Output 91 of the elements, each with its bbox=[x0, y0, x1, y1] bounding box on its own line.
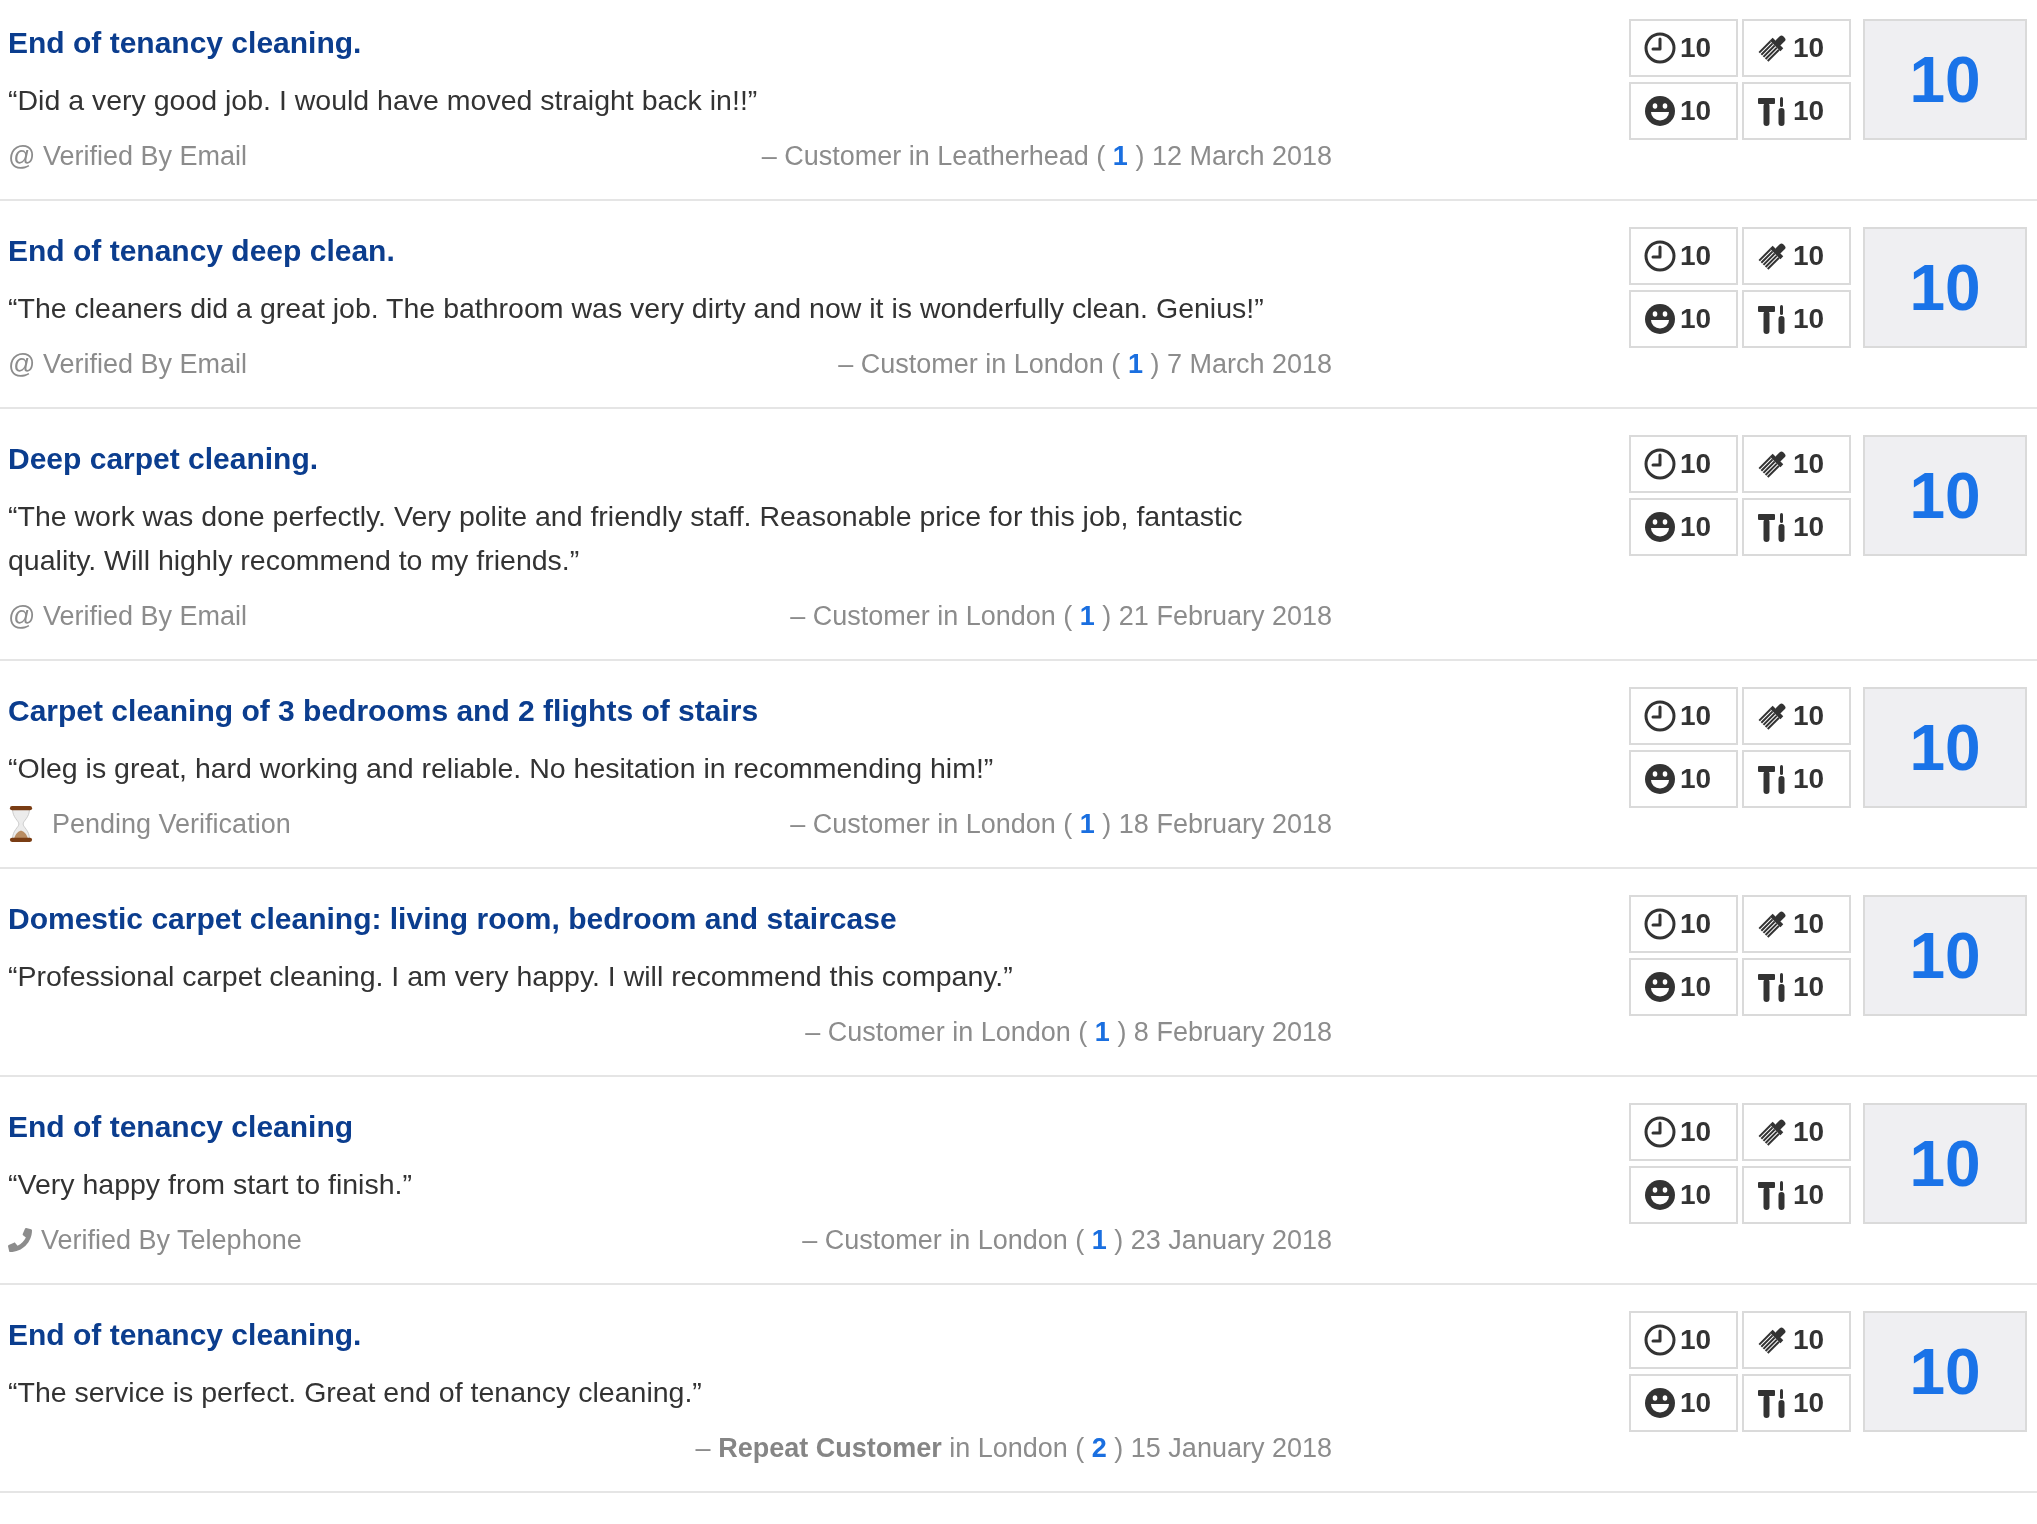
score-value: 10 bbox=[1680, 97, 1712, 125]
score-value: 10 bbox=[1680, 1389, 1712, 1417]
score-value: 10 bbox=[1680, 513, 1712, 541]
score-value: 10 bbox=[1680, 702, 1712, 730]
clock-icon bbox=[1644, 448, 1676, 480]
review-title: Carpet cleaning of 3 bedrooms and 2 flights of stairs bbox=[8, 693, 759, 729]
review-quote: “Did a very good job. I would have moved straight back in!!” bbox=[8, 83, 759, 118]
brush-icon bbox=[1757, 908, 1789, 940]
overall-score: 10 bbox=[1863, 227, 2027, 348]
verification-label: @ Verified By Email bbox=[8, 348, 247, 381]
clock-icon bbox=[1644, 1116, 1676, 1148]
overall-score: 10 bbox=[1863, 1311, 2027, 1432]
verification-label: @ Verified By Email bbox=[8, 600, 247, 633]
review-title: Deep carpet cleaning. bbox=[8, 441, 319, 477]
reviewer-info: – Customer in London ( 1 ) 7 March 2018 bbox=[838, 348, 1332, 381]
score-value: 10 bbox=[1680, 450, 1712, 478]
hourglass-icon bbox=[8, 805, 34, 843]
score-value: 10 bbox=[1680, 1326, 1712, 1354]
score-value: 10 bbox=[1680, 34, 1712, 62]
reviewer-info: – Customer in London ( 1 ) 8 February 2018 bbox=[805, 1016, 1332, 1049]
review-count-link[interactable]: 1 bbox=[1112, 141, 1128, 171]
clock-icon bbox=[1644, 908, 1676, 940]
review-quote: “The service is perfect. Great end of tenancy cleaning.” bbox=[8, 1375, 703, 1410]
reviewer-info: – Customer in London ( 1 ) 23 January 2018 bbox=[802, 1224, 1332, 1257]
smiley-icon bbox=[1644, 95, 1676, 127]
review-quote: “The work was done perfectly. Very polite and friendly staff. Reasonable price for this job, fantastic quality. Will highly recommend to my friends.” bbox=[8, 499, 1244, 578]
brush-icon bbox=[1757, 1116, 1789, 1148]
smiley-icon bbox=[1644, 763, 1676, 795]
brush-icon bbox=[1757, 240, 1789, 272]
review-quote: “Professional carpet cleaning. I am very happy. I will recommend this company.” bbox=[8, 959, 1014, 994]
clock-icon bbox=[1644, 700, 1676, 732]
smiley-icon bbox=[1644, 303, 1676, 335]
brush-icon bbox=[1757, 32, 1789, 64]
review-title: Domestic carpet cleaning: living room, bedroom and staircase bbox=[8, 901, 897, 937]
smiley-icon bbox=[1644, 1387, 1676, 1419]
score-value: 10 bbox=[1680, 305, 1712, 333]
score-value: 10 bbox=[1793, 1326, 1825, 1354]
overall-score: 10 bbox=[1863, 435, 2027, 556]
score-value: 10 bbox=[1680, 1181, 1712, 1209]
score-value: 10 bbox=[1793, 242, 1825, 270]
overall-score: 10 bbox=[1863, 19, 2027, 140]
score-value: 10 bbox=[1793, 305, 1825, 333]
review-count-link[interactable]: 1 bbox=[1127, 349, 1143, 379]
score-value: 10 bbox=[1680, 765, 1712, 793]
smiley-icon bbox=[1644, 1179, 1676, 1211]
score-value: 10 bbox=[1793, 1181, 1825, 1209]
score-value: 10 bbox=[1793, 34, 1825, 62]
overall-score: 10 bbox=[1863, 1103, 2027, 1224]
brush-icon bbox=[1757, 700, 1789, 732]
review-quote: “Oleg is great, hard working and reliable. No hesitation in recommending him!” bbox=[8, 751, 995, 786]
reviewer-info: – Customer in London ( 1 ) 18 February 2018 bbox=[790, 808, 1332, 841]
overall-score: 10 bbox=[1863, 895, 2027, 1016]
verification-label: Pending Verification bbox=[52, 808, 291, 841]
review-count-link[interactable]: 1 bbox=[1091, 1225, 1107, 1255]
score-value: 10 bbox=[1793, 702, 1825, 730]
brush-icon bbox=[1757, 448, 1789, 480]
verification-label: Verified By Telephone bbox=[41, 1224, 302, 1257]
review-count-link[interactable]: 1 bbox=[1079, 809, 1095, 839]
score-value: 10 bbox=[1680, 973, 1712, 1001]
score-value: 10 bbox=[1793, 765, 1825, 793]
review-title: End of tenancy cleaning bbox=[8, 1109, 354, 1145]
review-count-link[interactable]: 1 bbox=[1079, 601, 1095, 631]
score-value: 10 bbox=[1793, 450, 1825, 478]
review-quote: “The cleaners did a great job. The bathroom was very dirty and now it is wonderfully clean. Genius!” bbox=[8, 291, 1265, 326]
overall-score: 10 bbox=[1863, 687, 2027, 808]
review-count-link[interactable]: 1 bbox=[1094, 1017, 1110, 1047]
review-title: End of tenancy cleaning. bbox=[8, 25, 362, 61]
brush-icon bbox=[1757, 1324, 1789, 1356]
score-value: 10 bbox=[1793, 1118, 1825, 1146]
score-value: 10 bbox=[1680, 1118, 1712, 1146]
reviewer-info: – Customer in London ( 1 ) 21 February 2018 bbox=[790, 600, 1332, 633]
score-value: 10 bbox=[1680, 910, 1712, 938]
score-value: 10 bbox=[1793, 973, 1825, 1001]
review-quote: “Very happy from start to finish.” bbox=[8, 1167, 413, 1202]
score-value: 10 bbox=[1793, 910, 1825, 938]
reviewer-info: – Repeat Customer in London ( 2 ) 15 January 2018 bbox=[695, 1432, 1332, 1465]
clock-icon bbox=[1644, 1324, 1676, 1356]
reviewer-info: – Customer in Leatherhead ( 1 ) 12 March 2018 bbox=[761, 140, 1332, 173]
score-value: 10 bbox=[1680, 242, 1712, 270]
score-value: 10 bbox=[1793, 97, 1825, 125]
review-count-link[interactable]: 2 bbox=[1091, 1433, 1107, 1463]
score-value: 10 bbox=[1793, 513, 1825, 541]
clock-icon bbox=[1644, 32, 1676, 64]
smiley-icon bbox=[1644, 971, 1676, 1003]
clock-icon bbox=[1644, 240, 1676, 272]
review-title: End of tenancy deep clean. bbox=[8, 233, 395, 269]
score-value: 10 bbox=[1793, 1389, 1825, 1417]
smiley-icon bbox=[1644, 511, 1676, 543]
review-title: End of tenancy cleaning. bbox=[8, 1317, 362, 1353]
verification-label: @ Verified By Email bbox=[8, 140, 247, 173]
phone-icon bbox=[8, 1228, 32, 1252]
